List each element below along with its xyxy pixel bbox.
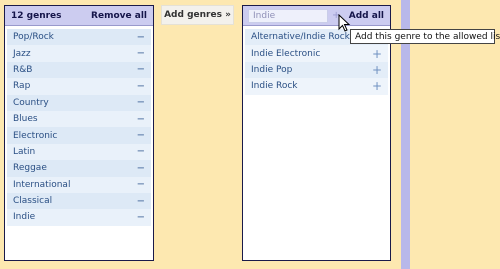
add-genre-tooltip: Add this genre to the allowed list: [350, 29, 500, 44]
genre-label: International: [13, 179, 71, 190]
add-all-button[interactable]: Add all: [349, 11, 384, 21]
selected-genre-row: Electronic −: [7, 127, 151, 144]
genre-search-input[interactable]: [248, 8, 328, 23]
add-genre-icon[interactable]: +: [372, 47, 382, 61]
remove-genre-icon[interactable]: −: [137, 163, 145, 174]
genre-label: Jazz: [13, 48, 31, 59]
remove-genre-icon[interactable]: −: [137, 81, 145, 92]
selected-genre-row: R&B −: [7, 61, 151, 79]
genre-label: Electronic: [13, 130, 58, 141]
selected-genre-row: International −: [7, 176, 151, 193]
result-label: Indie Rock: [251, 81, 298, 92]
selected-genre-row: Reggae −: [7, 160, 151, 177]
genre-label: Rap: [13, 81, 31, 92]
genre-label: Pop/Rock: [13, 32, 54, 43]
remove-genre-icon[interactable]: −: [137, 130, 145, 141]
genre-label: Reggae: [13, 163, 47, 174]
genre-label: Blues: [13, 114, 38, 125]
selected-genre-row: Latin −: [7, 143, 151, 161]
remove-genre-icon[interactable]: −: [137, 212, 145, 223]
genre-label: Country: [13, 97, 49, 108]
remove-genre-icon[interactable]: −: [137, 97, 145, 108]
remove-all-button[interactable]: Remove all: [91, 11, 147, 21]
selected-genre-row: Country −: [7, 94, 151, 111]
remove-genre-icon[interactable]: −: [137, 114, 145, 125]
result-label: Indie Pop: [251, 64, 293, 75]
result-label: Indie Electronic: [251, 48, 321, 59]
genre-search-header: + Add all: [243, 6, 390, 26]
remove-genre-icon[interactable]: −: [137, 64, 145, 75]
selected-genre-row: Indie −: [7, 209, 151, 226]
genre-label: Classical: [13, 196, 53, 207]
genre-label: R&B: [13, 64, 33, 75]
genre-label: Indie: [13, 212, 36, 223]
selected-genres-header: 12 genres Remove all: [5, 6, 153, 26]
add-genre-icon[interactable]: +: [372, 63, 382, 77]
add-genres-button[interactable]: Add genres »: [161, 5, 234, 25]
remove-genre-icon[interactable]: −: [137, 48, 145, 59]
remove-genre-icon[interactable]: −: [137, 146, 145, 157]
search-result-row[interactable]: Indie Pop +: [245, 61, 388, 79]
selected-genres-panel: 12 genres Remove all Pop/Rock − Jazz − R&B − R…: [4, 5, 154, 261]
genre-label: Latin: [13, 146, 36, 157]
search-result-row[interactable]: Indie Rock +: [245, 78, 388, 95]
add-genre-icon[interactable]: +: [372, 79, 382, 93]
remove-genre-icon[interactable]: −: [137, 196, 145, 207]
search-result-row[interactable]: Indie Electronic +: [245, 45, 388, 62]
selected-genre-row: Blues −: [7, 110, 151, 128]
selected-genre-row: Classical −: [7, 192, 151, 210]
selected-genre-row: Pop/Rock −: [7, 29, 151, 46]
selected-genres-list: Pop/Rock − Jazz − R&B − Rap − Country − Blues − Elec…: [5, 26, 153, 226]
remove-genre-icon[interactable]: −: [137, 32, 145, 43]
result-label: Alternative/Indie Rock: [251, 32, 350, 43]
genre-count-label: 12 genres: [11, 10, 62, 21]
remove-genre-icon[interactable]: −: [137, 179, 145, 190]
selected-genre-row: Rap −: [7, 78, 151, 95]
selected-genre-row: Jazz −: [7, 45, 151, 62]
